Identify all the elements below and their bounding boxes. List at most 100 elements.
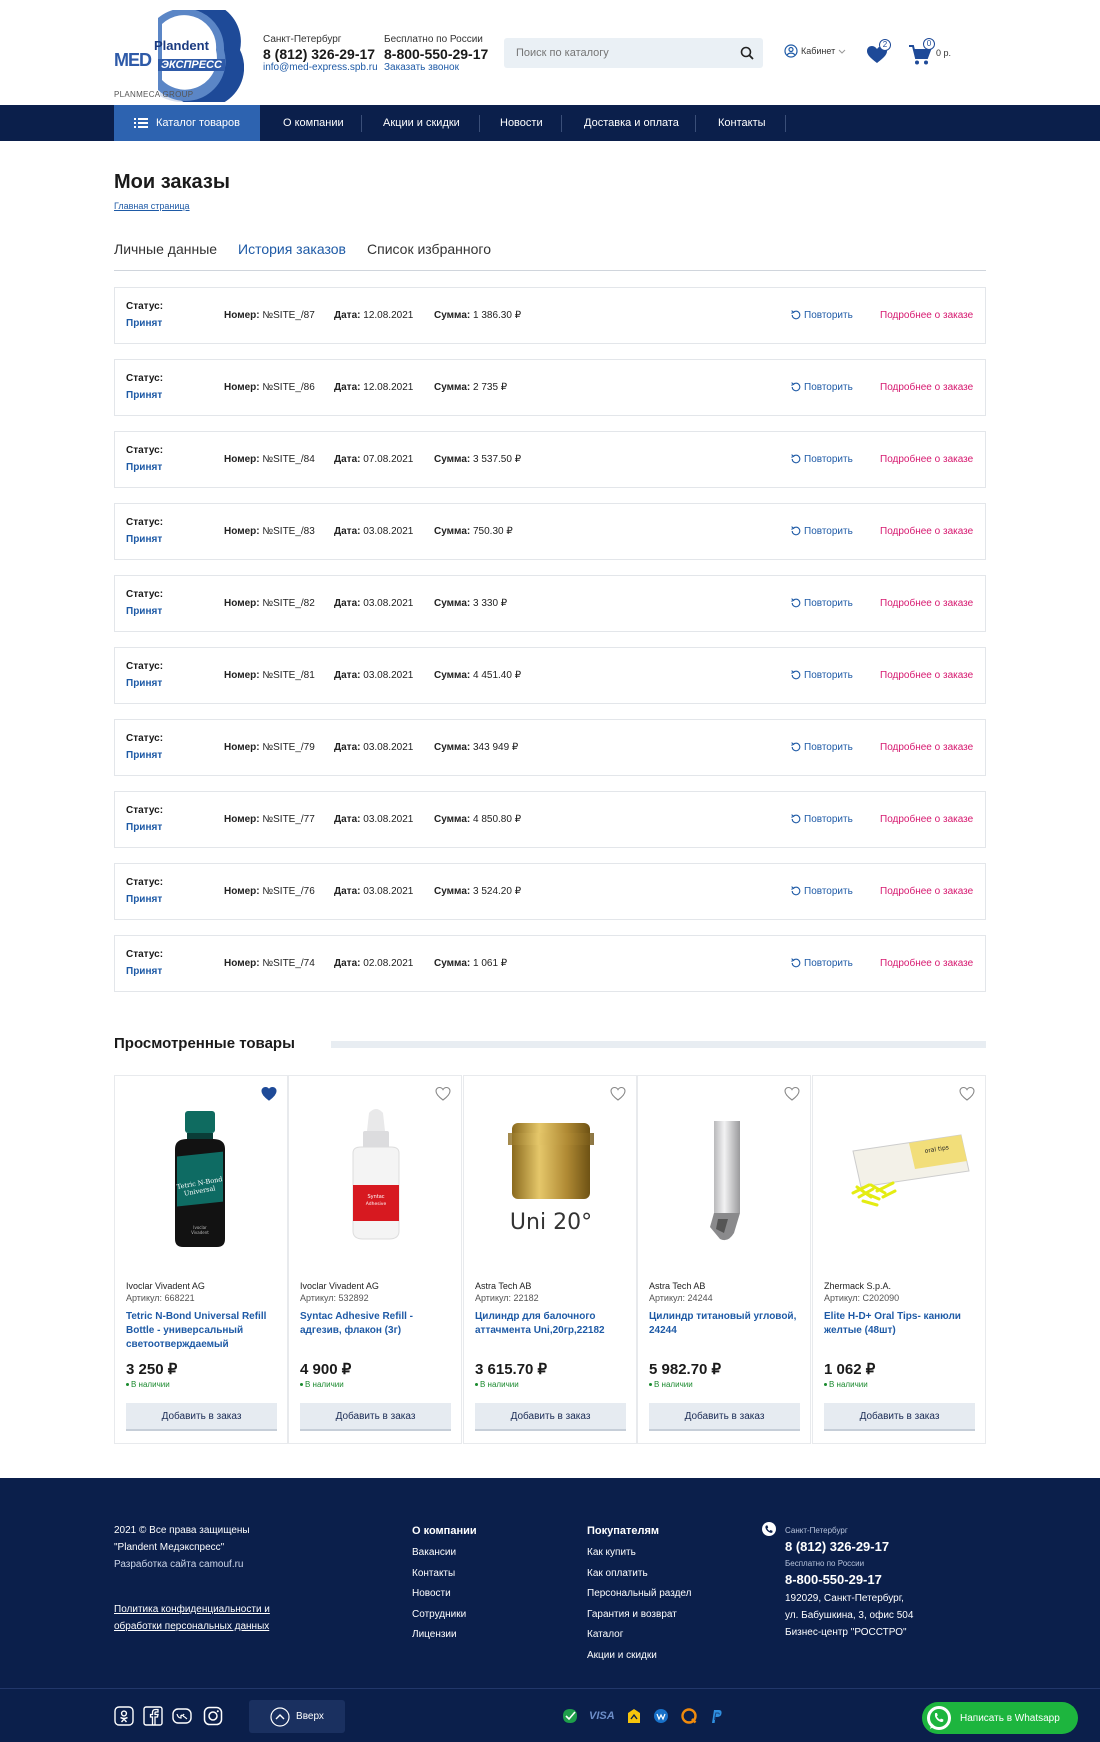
order-details-link[interactable]: Подробнее о заказе [880,886,973,897]
product-name-link[interactable]: Цилиндр титановый угловой, 24244 [649,1310,804,1338]
nav-catalog-button[interactable]: Каталог товаров [114,105,260,141]
product-card[interactable]: Tetric N-Bond Universal Ivoclar Vivadent… [114,1075,288,1444]
cart-button[interactable]: 0 0 р. [908,38,966,66]
russia-phone[interactable]: 8-800-550-29-17 [384,46,488,62]
favorite-heart-icon[interactable] [261,1086,277,1102]
product-image[interactable]: oral tips [813,1101,987,1256]
favorite-heart-icon[interactable] [784,1086,800,1102]
order-repeat-button[interactable]: Повторить [790,669,853,681]
callback-link[interactable]: Заказать звонок [384,62,459,73]
footer-address-line3: Бизнес-центр "РОССТРО" [785,1627,907,1638]
nav-item-contacts[interactable]: Контакты [718,105,766,141]
order-repeat-label: Повторить [804,453,853,465]
payment-yandex-icon [628,1709,640,1723]
order-details-link[interactable]: Подробнее о заказе [880,310,973,321]
order-details-link[interactable]: Подробнее о заказе [880,814,973,825]
repeat-icon [791,382,801,392]
breadcrumb-home[interactable]: Главная страница [114,201,190,211]
order-details-link[interactable]: Подробнее о заказе [880,958,973,969]
site-logo[interactable]: Plandent MED ЭКСПРЕСС PLANMECA GROUP [114,1,245,108]
footer-spb-phone[interactable]: 8 (812) 326-29-17 [785,1539,889,1554]
order-details-link[interactable]: Подробнее о заказе [880,598,973,609]
footer-company-link[interactable]: Контакты [412,1568,455,1579]
vk-icon[interactable] [172,1706,192,1726]
order-repeat-button[interactable]: Повторить [790,453,853,465]
favorite-heart-icon[interactable] [959,1086,975,1102]
product-image[interactable]: Tetric N-Bond Universal Ivoclar Vivadent [115,1101,289,1256]
order-status-label: Статус: [126,877,164,888]
nav-item-delivery[interactable]: Доставка и оплата [584,105,679,141]
nav-item-promotions[interactable]: Акции и скидки [383,105,460,141]
odnoklassniki-icon[interactable] [114,1706,134,1726]
tab-personal-data[interactable]: Личные данные [114,241,217,257]
scroll-up-button[interactable]: Вверх [249,1700,345,1733]
whatsapp-button[interactable]: Написать в Whatsapp [922,1702,1078,1734]
favorite-heart-icon[interactable] [610,1086,626,1102]
order-details-link[interactable]: Подробнее о заказе [880,670,973,681]
footer-customer-link[interactable]: Гарантия и возврат [587,1609,677,1620]
facebook-icon[interactable] [143,1706,163,1726]
add-to-order-button[interactable]: Добавить в заказ [300,1403,451,1431]
favorites-button[interactable]: 2 [866,39,892,64]
order-repeat-button[interactable]: Повторить [790,309,853,321]
footer-company-link[interactable]: Сотрудники [412,1609,466,1620]
product-name-link[interactable]: Elite H-D+ Oral Tips- канюли желтые (48ш… [824,1310,979,1338]
order-row: Статус: Принят Номер: №SITE_/86 Дата: 12.08… [114,359,986,416]
footer-developer-link[interactable]: Разработка сайта camouf.ru [114,1559,244,1570]
repeat-icon [791,958,801,968]
cabinet-button[interactable]: Кабинет [784,44,846,58]
add-to-order-button[interactable]: Добавить в заказ [824,1403,975,1431]
spb-phone[interactable]: 8 (812) 326-29-17 [263,46,375,62]
order-number: Номер: №SITE_/79 [224,742,315,753]
search-input[interactable] [516,38,726,68]
footer-company-link[interactable]: Лицензии [412,1629,457,1640]
order-details-link[interactable]: Подробнее о заказе [880,526,973,537]
tab-order-history[interactable]: История заказов [238,241,346,257]
footer-customer-link[interactable]: Каталог [587,1629,623,1640]
order-details-link[interactable]: Подробнее о заказе [880,742,973,753]
order-repeat-button[interactable]: Повторить [790,741,853,753]
footer-customer-link[interactable]: Акции и скидки [587,1650,657,1661]
add-to-order-button[interactable]: Добавить в заказ [649,1403,800,1431]
order-number: Номер: №SITE_/81 [224,670,315,681]
footer-policy-link-2[interactable]: обработки персональных данных [114,1621,269,1632]
order-repeat-button[interactable]: Повторить [790,597,853,609]
footer-policy-link[interactable]: Политика конфиденциальности и [114,1604,270,1615]
footer-russia-phone[interactable]: 8-800-550-29-17 [785,1572,882,1587]
add-to-order-button[interactable]: Добавить в заказ [475,1403,626,1431]
order-repeat-button[interactable]: Повторить [790,813,853,825]
footer-company-link[interactable]: Новости [412,1588,451,1599]
nav-item-about[interactable]: О компании [283,105,344,141]
order-number: Номер: №SITE_/87 [224,310,315,321]
order-repeat-button[interactable]: Повторить [790,885,853,897]
spb-label: Санкт-Петербург [263,34,342,45]
nav-item-news[interactable]: Новости [500,105,543,141]
product-image[interactable] [638,1101,812,1256]
footer-customer-link[interactable]: Персональный раздел [587,1588,691,1599]
footer-address-line1: 192029, Санкт-Петербург, [785,1593,904,1604]
product-card[interactable]: oral tips Zhermack S.p.A. Артикул: C20209… [812,1075,986,1444]
email-link[interactable]: info@med-express.spb.ru [263,62,378,73]
product-image[interactable]: Syntac Adhesive [289,1101,463,1256]
search-icon[interactable] [739,45,755,61]
order-repeat-button[interactable]: Повторить [790,381,853,393]
footer-company-link[interactable]: Вакансии [412,1547,456,1558]
product-image[interactable]: Uni 20° [464,1101,638,1256]
order-repeat-button[interactable]: Повторить [790,525,853,537]
product-card[interactable]: Uni 20° Astra Tech AB Артикул: 22182 Цилин… [463,1075,637,1444]
product-card[interactable]: Astra Tech AB Артикул: 24244 Цилиндр титан… [637,1075,811,1444]
order-sum: Сумма: 2 735 ₽ [434,382,508,393]
instagram-icon[interactable] [203,1706,223,1726]
order-details-link[interactable]: Подробнее о заказе [880,382,973,393]
tab-favorites-list[interactable]: Список избранного [367,241,491,257]
order-repeat-button[interactable]: Повторить [790,957,853,969]
product-name-link[interactable]: Цилиндр для балочного аттачмента Uni,20г… [475,1310,630,1338]
footer-customer-link[interactable]: Как оплатить [587,1568,648,1579]
order-details-link[interactable]: Подробнее о заказе [880,454,973,465]
product-name-link[interactable]: Syntac Adhesive Refill - адгезив, флакон… [300,1310,455,1338]
footer-customer-link[interactable]: Как купить [587,1547,636,1558]
add-to-order-button[interactable]: Добавить в заказ [126,1403,277,1431]
product-card[interactable]: Syntac Adhesive Ivoclar Vivadent AG Артик… [288,1075,462,1444]
product-name-link[interactable]: Tetric N-Bond Universal Refill Bottle - … [126,1310,281,1352]
favorite-heart-icon[interactable] [435,1086,451,1102]
